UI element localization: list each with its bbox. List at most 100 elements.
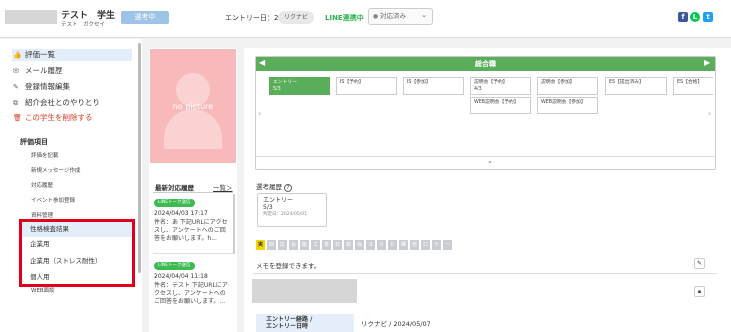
status-badge[interactable]: 選考中 [121, 11, 169, 24]
card-title: エントリー [263, 197, 294, 204]
response-status-dropdown[interactable]: ● 対応済み ⌄ [368, 8, 433, 25]
twitter-icon[interactable]: t [703, 12, 713, 22]
step-label: ES【提出済み】 [609, 80, 644, 85]
flow-substep[interactable]: WEB説明会【参加】 [537, 97, 598, 114]
toolbar-button[interactable]: ー [443, 240, 452, 250]
selection-title-text: 選考履歴 [256, 183, 282, 191]
toolbar-button[interactable]: 自 [410, 240, 419, 250]
caret-right-icon[interactable]: ▶ [704, 58, 710, 67]
step-label: IS【予約】 [340, 80, 364, 85]
selection-card[interactable]: エントリー 5/3 判定日：2024/05/01 [257, 193, 327, 227]
main-panel: 総合職 ◀ ▶ ‹ › エントリー 5/3 IS【予約】 IS【参加】 説明会【予… [244, 48, 731, 332]
selection-history-title: 選考履歴? [256, 181, 292, 192]
card-count: 5/3 [263, 204, 273, 211]
toolbar-button[interactable]: 会 [289, 240, 298, 250]
chat-icon[interactable]: ▪ [694, 286, 705, 297]
header: テスト 学生 テスト ガクセイ 選考中 エントリー日：2024/5/7 リクナビ… [0, 0, 731, 38]
expand-chevron-icon[interactable]: ⌄ [487, 157, 493, 165]
sub-item-docs[interactable]: 資料管理 [31, 211, 53, 219]
flow-step[interactable]: 説明会【参加】 [537, 77, 598, 95]
info-label-line: エントリー経路 / [266, 316, 313, 323]
nav-evaluations[interactable]: 👍 評価一覧 [12, 49, 132, 61]
step-label: 説明会【参加】 [541, 80, 575, 85]
help-icon[interactable]: ? [284, 184, 292, 192]
toolbar-button[interactable]: ロ [421, 240, 430, 250]
toolbar-button[interactable]: Ｅ [388, 240, 397, 250]
step-label: WEB説明会【参加】 [541, 100, 586, 105]
toolbar-button[interactable]: 工 [311, 240, 320, 250]
history-scrollbar[interactable] [233, 194, 235, 254]
flow-step[interactable]: エントリー 5/3 [269, 77, 330, 95]
person-body-icon [164, 109, 222, 149]
history-body[interactable]: 件名：テスト 下記URLにアクセスし、アンケートへのご回答をお願いします。... [154, 282, 230, 306]
nav-delete-student[interactable]: 🗑 この学生を削除する [12, 112, 132, 124]
nav-label: メール履歴 [25, 66, 63, 75]
toolbar-button[interactable]: 広 [278, 240, 287, 250]
memo-placeholder[interactable]: メモを登録できます。 [256, 260, 320, 270]
step-label: ES【合格】 [677, 80, 703, 85]
chevron-left-icon[interactable]: ‹ [258, 109, 261, 118]
sub-item-write-eval[interactable]: 評価を記載 [31, 151, 59, 159]
sub-item-history[interactable]: 対応履歴 [31, 181, 53, 189]
nav-label: この学生を削除する [25, 113, 93, 122]
toolbar-button[interactable]: テ [432, 240, 441, 250]
edit-icon: ✎ [13, 83, 19, 91]
toolbar-button[interactable]: ヨ [366, 240, 375, 250]
redacted-block [252, 279, 357, 303]
sub-item-event[interactable]: イベント参加登録 [31, 196, 75, 204]
toolbar-button[interactable]: 購 [399, 240, 408, 250]
toolbar-button[interactable]: 日 [333, 240, 342, 250]
line-status: LINE連携中 [325, 14, 364, 22]
toolbar-button[interactable]: 意 [322, 240, 331, 250]
flow-step[interactable]: IS【予約】 [336, 77, 397, 95]
step-label: IS【参加】 [407, 80, 431, 85]
sub-item-web-interview[interactable]: WEB面談 [31, 286, 55, 294]
info-label: エントリー経路 / エントリー日時 [256, 314, 354, 332]
toolbar-button[interactable]: 典 [344, 240, 353, 250]
line-icon[interactable]: L [690, 12, 700, 22]
pencil-icon[interactable]: ✎ [694, 258, 705, 269]
toolbar-button[interactable]: 四 [267, 240, 276, 250]
chevron-right-icon[interactable]: › [708, 109, 711, 118]
toolbar-button[interactable]: 実 [256, 240, 265, 250]
toolbar-button[interactable]: 能 [300, 240, 309, 250]
nav-agency[interactable]: ⧉ 紹介会社とのやりとり [12, 97, 132, 109]
history-date: 2024/04/04 11:18 [154, 273, 208, 280]
flow-step[interactable]: ES【合格】 [673, 77, 713, 95]
toolbar-button[interactable]: Ｓ [377, 240, 386, 250]
sidebar-scrollbar[interactable] [138, 43, 141, 273]
divider [153, 192, 233, 193]
facebook-icon[interactable]: f [678, 12, 688, 22]
source-badge: リクナビ [278, 11, 315, 24]
step-label: エントリー [273, 80, 297, 85]
mail-icon: ✉ [13, 67, 19, 75]
divider [253, 273, 717, 274]
selection-flow: 総合職 ◀ ▶ ‹ › エントリー 5/3 IS【予約】 IS【参加】 説明会【予… [255, 56, 716, 170]
copy-icon: ⧉ [13, 99, 18, 107]
response-status-value: 対応済み [380, 12, 406, 20]
nav-edit-info[interactable]: ✎ 登録情報編集 [12, 81, 132, 93]
sub-item-new-message[interactable]: 新規メッセージ作成 [31, 166, 80, 174]
card-date: 判定日：2024/05/01 [263, 212, 307, 217]
history-more-link[interactable]: 一覧＞ [213, 182, 233, 192]
toolbar-button[interactable]: 会 [355, 240, 364, 250]
profile-panel: no picture 最新対応履歴 一覧＞ LINEトーク送信 2024/04/… [149, 48, 237, 332]
history-title: 最新対応履歴 [155, 184, 194, 192]
flow-step[interactable]: IS【参加】 [403, 77, 464, 95]
flow-step[interactable]: ES【提出済み】 [605, 77, 667, 95]
student-id-redacted [5, 10, 57, 24]
highlight-box [19, 219, 135, 287]
nav-label: 紹介会社とのやりとり [25, 98, 100, 107]
flow-substep[interactable]: WEB説明会【予約】 [470, 97, 531, 114]
info-value: リクナビ / 2024/05/07 [361, 320, 431, 328]
step-count: 5/3 [273, 87, 281, 92]
line-chip: LINEトーク送信 [154, 199, 195, 207]
chevron-down-icon: ⌄ [421, 11, 427, 19]
caret-left-icon[interactable]: ◀ [259, 58, 265, 67]
line-chip: LINEトーク送信 [154, 262, 195, 270]
history-body[interactable]: 件名：あ 下記URLにアクセスし、アンケートへのご回答をお願いします。h... [154, 219, 230, 243]
nav-mail-history[interactable]: ✉ メール履歴 [12, 65, 132, 77]
flow-step[interactable]: 説明会【予約】 4/3 [470, 77, 531, 95]
step-count: 4/3 [474, 87, 482, 92]
history-date: 2024/04/03 17:17 [154, 210, 208, 217]
